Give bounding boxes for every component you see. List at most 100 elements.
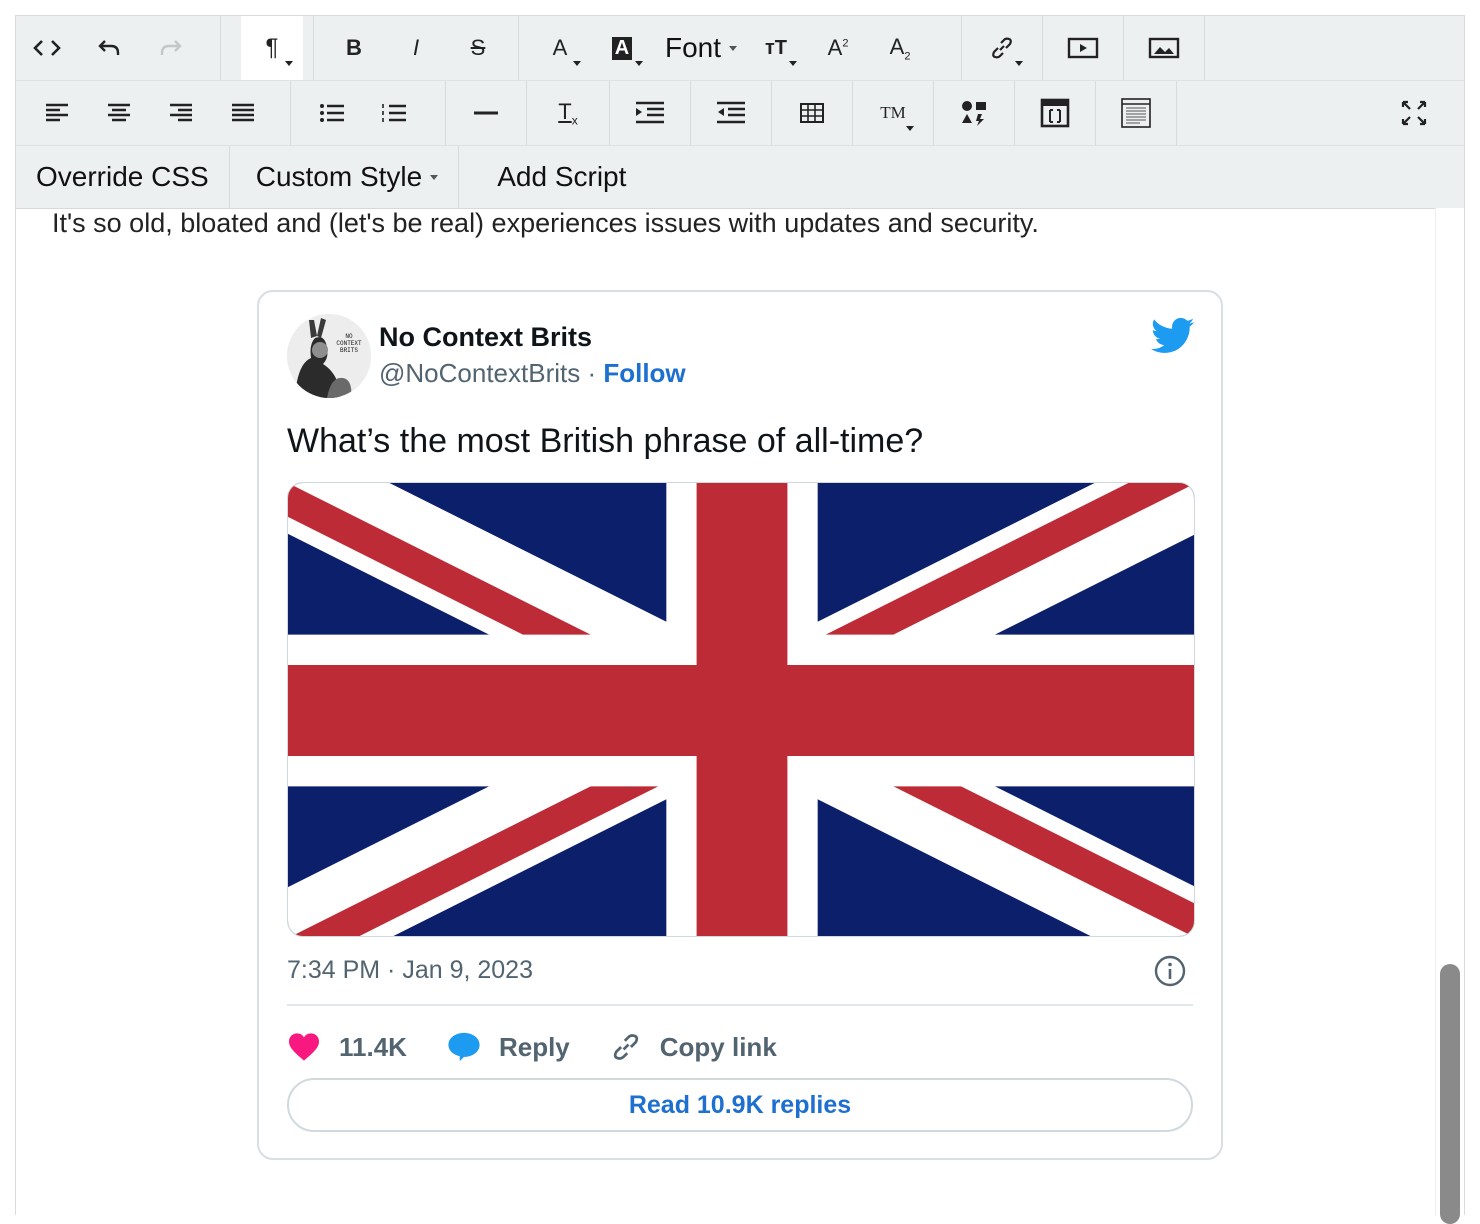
horizontal-line-button[interactable] xyxy=(455,81,517,145)
text-style-group: B I S xyxy=(314,16,519,80)
override-css-button[interactable]: Override CSS xyxy=(16,146,230,208)
insert-template-button[interactable] xyxy=(1024,81,1086,145)
author-avatar[interactable]: NO CONTEXT BRITS xyxy=(287,314,371,398)
insert-link-button[interactable] xyxy=(971,16,1033,80)
strikethrough-icon: S xyxy=(470,35,486,60)
union-jack-image[interactable] xyxy=(287,482,1195,937)
read-replies-label: Read 10.9K replies xyxy=(628,1090,852,1119)
clear-formatting-button[interactable]: Tx xyxy=(537,81,599,145)
vertical-scrollbar[interactable] xyxy=(1435,208,1464,1224)
read-replies-button[interactable]: Read 10.9K replies xyxy=(287,1078,1193,1132)
tweet-divider xyxy=(287,1004,1193,1006)
avatar-text-line-1: NO xyxy=(345,333,353,340)
bold-button[interactable]: B xyxy=(323,16,385,80)
code-view-button[interactable] xyxy=(16,16,78,80)
text-color-icon: A xyxy=(552,35,568,60)
undo-icon xyxy=(98,40,120,55)
numbered-list-button[interactable] xyxy=(363,81,425,145)
bulleted-list-button[interactable] xyxy=(301,81,363,145)
clear-formatting-icon: Tx xyxy=(558,98,578,128)
chevron-down-icon xyxy=(635,61,643,66)
fullscreen-icon xyxy=(1401,100,1427,126)
toolbar-row-3: Override CSS Custom Style Add Script xyxy=(16,146,1464,208)
add-script-label: Add Script xyxy=(497,161,627,192)
heart-icon xyxy=(289,1033,319,1061)
align-justify-icon xyxy=(232,103,254,122)
copy-link-label: Copy link xyxy=(659,1031,777,1062)
special-characters-button[interactable]: TM xyxy=(862,81,924,145)
source-group xyxy=(1096,81,1177,145)
background-color-button[interactable]: A xyxy=(591,16,653,80)
preview-button[interactable] xyxy=(1105,81,1167,145)
font-dropdown[interactable]: Font xyxy=(653,16,745,80)
chevron-down-icon xyxy=(729,45,738,51)
chevron-down-icon xyxy=(789,61,798,66)
redo-icon xyxy=(160,40,182,55)
insert-table-button[interactable] xyxy=(781,81,843,145)
document-preview-icon xyxy=(1121,98,1151,128)
redo-button[interactable] xyxy=(140,16,202,80)
paragraph-text: It's so old, bloated and (let's be real)… xyxy=(52,208,1039,238)
toolbar-row-1: ¶ B I S A A Font ᴛT A2 A2 xyxy=(16,16,1464,81)
indent-button[interactable] xyxy=(619,81,681,145)
bold-icon: B xyxy=(346,35,362,60)
special-char-group: TM xyxy=(853,81,934,145)
paragraph-format-button[interactable]: ¶ xyxy=(241,16,303,80)
add-script-button[interactable]: Add Script xyxy=(459,146,646,208)
align-right-button[interactable] xyxy=(150,81,212,145)
table-group xyxy=(772,81,853,145)
rich-text-editor: ¶ B I S A A Font ᴛT A2 A2 Tx TM Override… xyxy=(15,15,1465,1224)
like-button[interactable]: 11.4K xyxy=(287,1032,407,1063)
outdent-button[interactable] xyxy=(700,81,762,145)
align-left-button[interactable] xyxy=(26,81,88,145)
fullscreen-button[interactable] xyxy=(1374,81,1454,145)
link-icon xyxy=(992,37,1012,59)
numbered-list-icon xyxy=(382,104,406,122)
strikethrough-button[interactable]: S xyxy=(447,16,509,80)
tweet-timestamp[interactable]: 7:34 PM · Jan 9, 2023 xyxy=(287,956,533,985)
author-name[interactable]: No Context Brits xyxy=(379,322,592,353)
undo-button[interactable] xyxy=(78,16,140,80)
emoticons-icon xyxy=(962,101,986,126)
outdent-icon xyxy=(717,101,745,124)
align-right-icon xyxy=(170,103,192,122)
union-jack-flag xyxy=(288,483,1194,936)
align-left-icon xyxy=(46,103,68,122)
custom-style-dropdown[interactable]: Custom Style xyxy=(230,146,460,208)
author-handle[interactable]: @NoContextBrits xyxy=(379,358,580,388)
image-group xyxy=(1124,16,1205,80)
video-group xyxy=(1043,16,1124,80)
alignment-group xyxy=(16,81,291,145)
insert-video-button[interactable] xyxy=(1052,16,1114,80)
twitter-bird-icon[interactable] xyxy=(1151,316,1195,356)
superscript-button[interactable]: A2 xyxy=(807,16,869,80)
font-size-button[interactable]: ᴛT xyxy=(745,16,807,80)
font-label: Font xyxy=(665,32,722,63)
table-icon xyxy=(800,103,824,123)
reply-label: Reply xyxy=(498,1031,570,1062)
subscript-button[interactable]: A2 xyxy=(869,16,931,80)
tweet-text: What’s the most British phrase of all-ti… xyxy=(287,422,924,460)
copy-link-button[interactable]: Copy link xyxy=(610,1031,777,1063)
align-center-button[interactable] xyxy=(88,81,150,145)
align-justify-button[interactable] xyxy=(212,81,274,145)
editor-toolbar: ¶ B I S A A Font ᴛT A2 A2 Tx TM Override… xyxy=(16,16,1464,209)
follow-link[interactable]: Follow xyxy=(603,358,685,388)
text-color-button[interactable]: A xyxy=(529,16,591,80)
emoticons-button[interactable] xyxy=(943,81,1005,145)
history-group xyxy=(16,16,221,80)
scrollbar-thumb[interactable] xyxy=(1440,964,1460,1224)
reply-button[interactable]: Reply xyxy=(447,1031,570,1063)
emoticons-group xyxy=(934,81,1015,145)
toolbar-row-2: Tx TM xyxy=(16,81,1464,146)
paragraph-icon: ¶ xyxy=(265,34,279,61)
custom-style-label: Custom Style xyxy=(255,161,423,192)
info-icon[interactable] xyxy=(1153,954,1187,988)
editor-content[interactable]: It's so old, bloated and (let's be real)… xyxy=(16,208,1436,1215)
font-group: A A Font ᴛT A2 A2 xyxy=(519,16,962,80)
list-group xyxy=(291,81,446,145)
italic-icon: I xyxy=(412,35,420,60)
insert-image-button[interactable] xyxy=(1133,16,1195,80)
horizontal-line-icon xyxy=(474,111,498,115)
italic-button[interactable]: I xyxy=(385,16,447,80)
